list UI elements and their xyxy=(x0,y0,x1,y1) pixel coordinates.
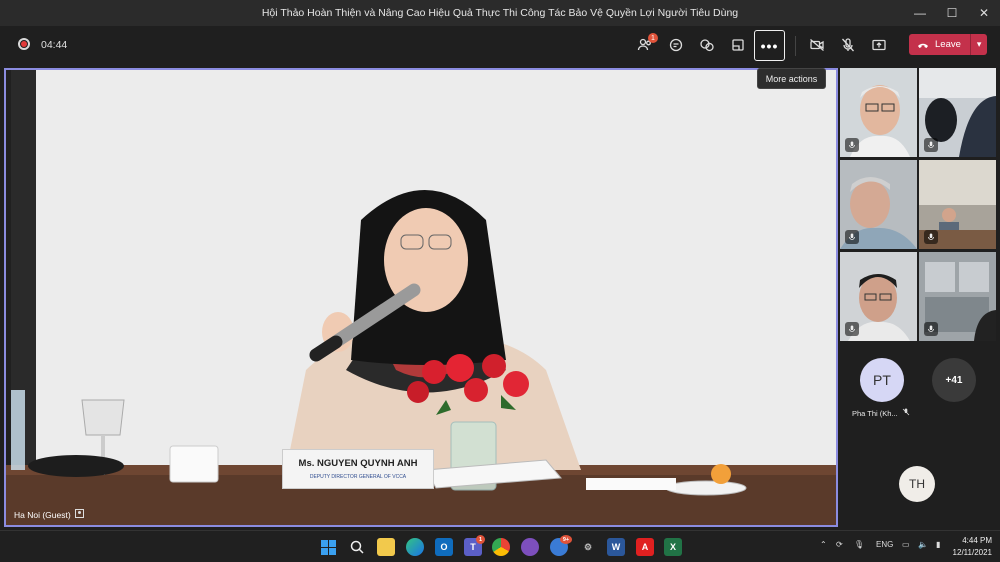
clock-time: 4:44 PM xyxy=(962,536,992,545)
participants-gallery: PT +41 Pha Thi (Kh... TH xyxy=(838,64,1000,530)
chat-icon xyxy=(669,38,683,52)
chrome-icon[interactable] xyxy=(492,538,510,556)
main-video-stage[interactable]: Ms. NGUYEN QUYNH ANH DEPUTY DIRECTOR GEN… xyxy=(4,68,838,527)
reactions-button[interactable] xyxy=(694,33,720,57)
viber-icon[interactable] xyxy=(521,538,539,556)
clock-date: 12/11/2021 xyxy=(952,548,992,557)
participant-tile[interactable] xyxy=(919,252,996,341)
system-clock[interactable]: 4:44 PM 12/11/2021 xyxy=(953,535,992,559)
phone-hangup-icon xyxy=(917,41,929,49)
search-icon[interactable] xyxy=(348,538,366,556)
chevron-down-icon[interactable]: ▾ xyxy=(977,39,982,50)
mic-muted-icon xyxy=(902,408,910,418)
more-actions-button[interactable]: ••• xyxy=(754,30,785,61)
outlook-icon[interactable]: O xyxy=(435,538,453,556)
mic-muted-icon xyxy=(924,230,938,244)
nameplate-title: DEPUTY DIRECTOR GENERAL OF VCCA xyxy=(309,474,407,480)
leave-divider xyxy=(969,34,971,55)
taskbar: O T 1 9+ ⚙ W A X ⌃ ⟳ 🎙 ENG ▭ 🔈 ▮ 4:44 PM… xyxy=(0,530,1000,562)
window-title: Hội Thảo Hoàn Thiện và Nâng Cao Hiệu Quả… xyxy=(261,7,739,19)
excel-icon[interactable]: X xyxy=(664,538,682,556)
mic-muted-icon xyxy=(924,322,938,336)
reactions-icon xyxy=(700,39,714,52)
display-icon[interactable]: ▭ xyxy=(902,540,910,549)
participant-tile[interactable] xyxy=(919,68,996,157)
edge-browser-icon[interactable] xyxy=(406,538,424,556)
participants-button[interactable]: 1 xyxy=(632,33,658,57)
close-button[interactable]: ✕ xyxy=(968,0,1000,26)
participant-avatar-label: Pha Thi (Kh... xyxy=(852,408,910,418)
chat-button[interactable] xyxy=(663,33,689,57)
maximize-button[interactable]: ☐ xyxy=(936,0,968,26)
messenger-icon[interactable]: 9+ xyxy=(550,535,572,556)
minimize-button[interactable]: — xyxy=(904,0,936,26)
meeting-timer: 04:44 xyxy=(41,39,68,51)
leave-button[interactable]: Leave ▾ xyxy=(909,34,987,55)
mic-off-icon xyxy=(842,38,854,52)
participant-tile[interactable] xyxy=(840,252,917,341)
mic-muted-icon xyxy=(845,138,859,152)
rooms-button[interactable] xyxy=(725,33,751,57)
stage-participant-label: Ha Noi (Guest) xyxy=(14,509,84,520)
volume-icon[interactable]: 🔈 xyxy=(918,540,928,549)
more-participants-button[interactable]: +41 xyxy=(932,358,976,402)
toolbar-divider xyxy=(795,36,796,56)
speaker-nameplate: Ms. NGUYEN QUYNH ANH DEPUTY DIRECTOR GEN… xyxy=(282,449,434,489)
language-indicator[interactable]: ENG xyxy=(876,540,893,549)
window-controls: — ☐ ✕ xyxy=(904,0,1000,26)
battery-icon[interactable]: ▮ xyxy=(936,540,940,549)
meeting-toolbar: 04:44 1 ••• xyxy=(0,26,1000,64)
participant-avatar-th[interactable]: TH xyxy=(899,466,935,502)
participant-tile[interactable] xyxy=(919,160,996,249)
participant-name: Ha Noi (Guest) xyxy=(14,509,71,520)
settings-gear-icon[interactable]: ⚙ xyxy=(579,538,597,556)
chevron-up-icon[interactable]: ⌃ xyxy=(820,540,827,549)
mic-toggle-button[interactable] xyxy=(835,33,861,57)
title-bar: Hội Thảo Hoàn Thiện và Nâng Cao Hiệu Quả… xyxy=(0,0,1000,26)
nameplate-name: Ms. NGUYEN QUYNH ANH xyxy=(298,458,418,469)
more-actions-tooltip: More actions xyxy=(757,68,826,89)
participants-badge: 1 xyxy=(648,33,658,43)
share-icon xyxy=(872,39,886,51)
participant-avatar-pt[interactable]: PT xyxy=(860,358,904,402)
guest-badge-icon xyxy=(74,509,84,520)
camera-off-icon xyxy=(810,39,824,51)
file-explorer-icon[interactable] xyxy=(377,538,395,556)
participant-tile[interactable] xyxy=(840,68,917,157)
mic-muted-icon xyxy=(845,230,859,244)
pdf-reader-icon[interactable]: A xyxy=(636,538,654,556)
teams-icon[interactable]: T 1 xyxy=(464,535,485,556)
camera-toggle-button[interactable] xyxy=(804,33,830,57)
participant-tile[interactable] xyxy=(840,160,917,249)
teams-badge: 1 xyxy=(476,535,485,544)
microphone-icon[interactable]: 🎙 xyxy=(854,540,864,549)
mic-muted-icon xyxy=(924,138,938,152)
avatar-row: PT +41 Pha Thi (Kh... xyxy=(838,358,1000,433)
rooms-icon xyxy=(732,39,744,51)
share-button[interactable] xyxy=(866,33,892,57)
leave-label: Leave xyxy=(935,39,961,50)
word-icon[interactable]: W xyxy=(607,538,625,556)
chat-badge: 9+ xyxy=(560,535,572,544)
sync-icon[interactable]: ⟳ xyxy=(836,540,843,549)
mic-muted-icon xyxy=(845,322,859,336)
recording-icon xyxy=(18,38,30,50)
windows-start-icon[interactable] xyxy=(319,538,337,556)
participant-avatar-name: Pha Thi (Kh... xyxy=(852,408,898,418)
